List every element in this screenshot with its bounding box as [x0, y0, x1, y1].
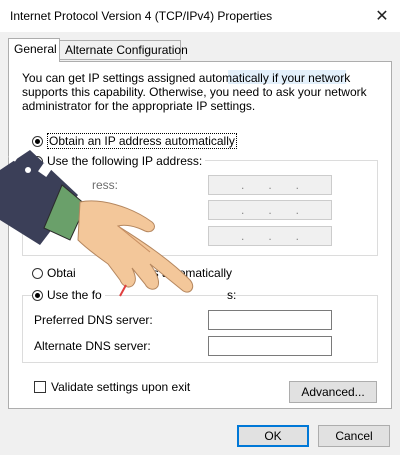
- octet-separator: .: [240, 203, 245, 217]
- close-icon[interactable]: ✕: [370, 4, 394, 28]
- octet-separator: .: [268, 178, 272, 192]
- description-text: You can get IP settings assigned automat…: [22, 71, 367, 113]
- ipv4-properties-dialog: Internet Protocol Version 4 (TCP/IPv4) P…: [0, 0, 400, 455]
- subnet-mask-label: ask:: [100, 206, 123, 220]
- ok-button[interactable]: OK: [237, 425, 309, 447]
- title-bar: Internet Protocol Version 4 (TCP/IPv4) P…: [0, 0, 400, 32]
- window-title: Internet Protocol Version 4 (TCP/IPv4) P…: [10, 9, 273, 23]
- obtain-dns-automatically-label-left: Obtai: [47, 266, 76, 280]
- subnet-mask-input[interactable]: ...: [208, 200, 332, 220]
- octet-separator: .: [295, 203, 299, 217]
- default-gateway-input[interactable]: ...: [208, 226, 332, 246]
- use-following-dns-label-left: Use the fo: [47, 288, 102, 302]
- tab-general[interactable]: General: [8, 38, 60, 62]
- octet-separator: .: [240, 178, 245, 192]
- radio-unselected-indicator: [32, 155, 43, 167]
- validate-settings-checkbox[interactable]: Validate settings upon exit: [34, 380, 190, 394]
- octet-separator: .: [240, 229, 245, 243]
- preferred-dns-input[interactable]: [208, 310, 332, 330]
- octet-separator: .: [268, 203, 272, 217]
- obtain-dns-automatically-label-right: ess automatically: [140, 266, 233, 280]
- obtain-ip-automatically-label: Obtain an IP address automatically: [47, 133, 237, 149]
- alternate-dns-label: Alternate DNS server:: [34, 339, 151, 353]
- alternate-dns-input[interactable]: [208, 336, 332, 356]
- use-following-dns-radio[interactable]: Use the fo: [32, 288, 105, 302]
- radio-unselected-indicator: [32, 267, 43, 279]
- advanced-button[interactable]: Advanced...: [289, 381, 377, 403]
- checkbox-box: [34, 381, 46, 393]
- octet-separator: .: [295, 229, 299, 243]
- use-following-ip-label: Use the following IP address:: [47, 154, 203, 168]
- ip-address-input[interactable]: ...: [208, 175, 332, 195]
- validate-settings-label: Validate settings upon exit: [51, 380, 191, 394]
- obtain-dns-automatically-radio[interactable]: Obtai: [32, 266, 79, 280]
- preferred-dns-label: Preferred DNS server:: [34, 313, 153, 327]
- radio-selected-indicator: [32, 289, 43, 301]
- octet-separator: .: [295, 178, 299, 192]
- tab-alternate-configuration[interactable]: Alternate Configuration: [59, 40, 188, 60]
- cancel-button[interactable]: Cancel: [318, 425, 390, 447]
- radio-selected-indicator: [32, 135, 43, 147]
- obtain-ip-automatically-radio[interactable]: Obtain an IP address automatically: [32, 133, 240, 149]
- use-following-dns-label-right: s:: [227, 288, 237, 302]
- ip-address-label: ress:: [92, 178, 119, 192]
- octet-separator: .: [268, 229, 272, 243]
- use-following-ip-radio[interactable]: Use the following IP address:: [32, 154, 206, 168]
